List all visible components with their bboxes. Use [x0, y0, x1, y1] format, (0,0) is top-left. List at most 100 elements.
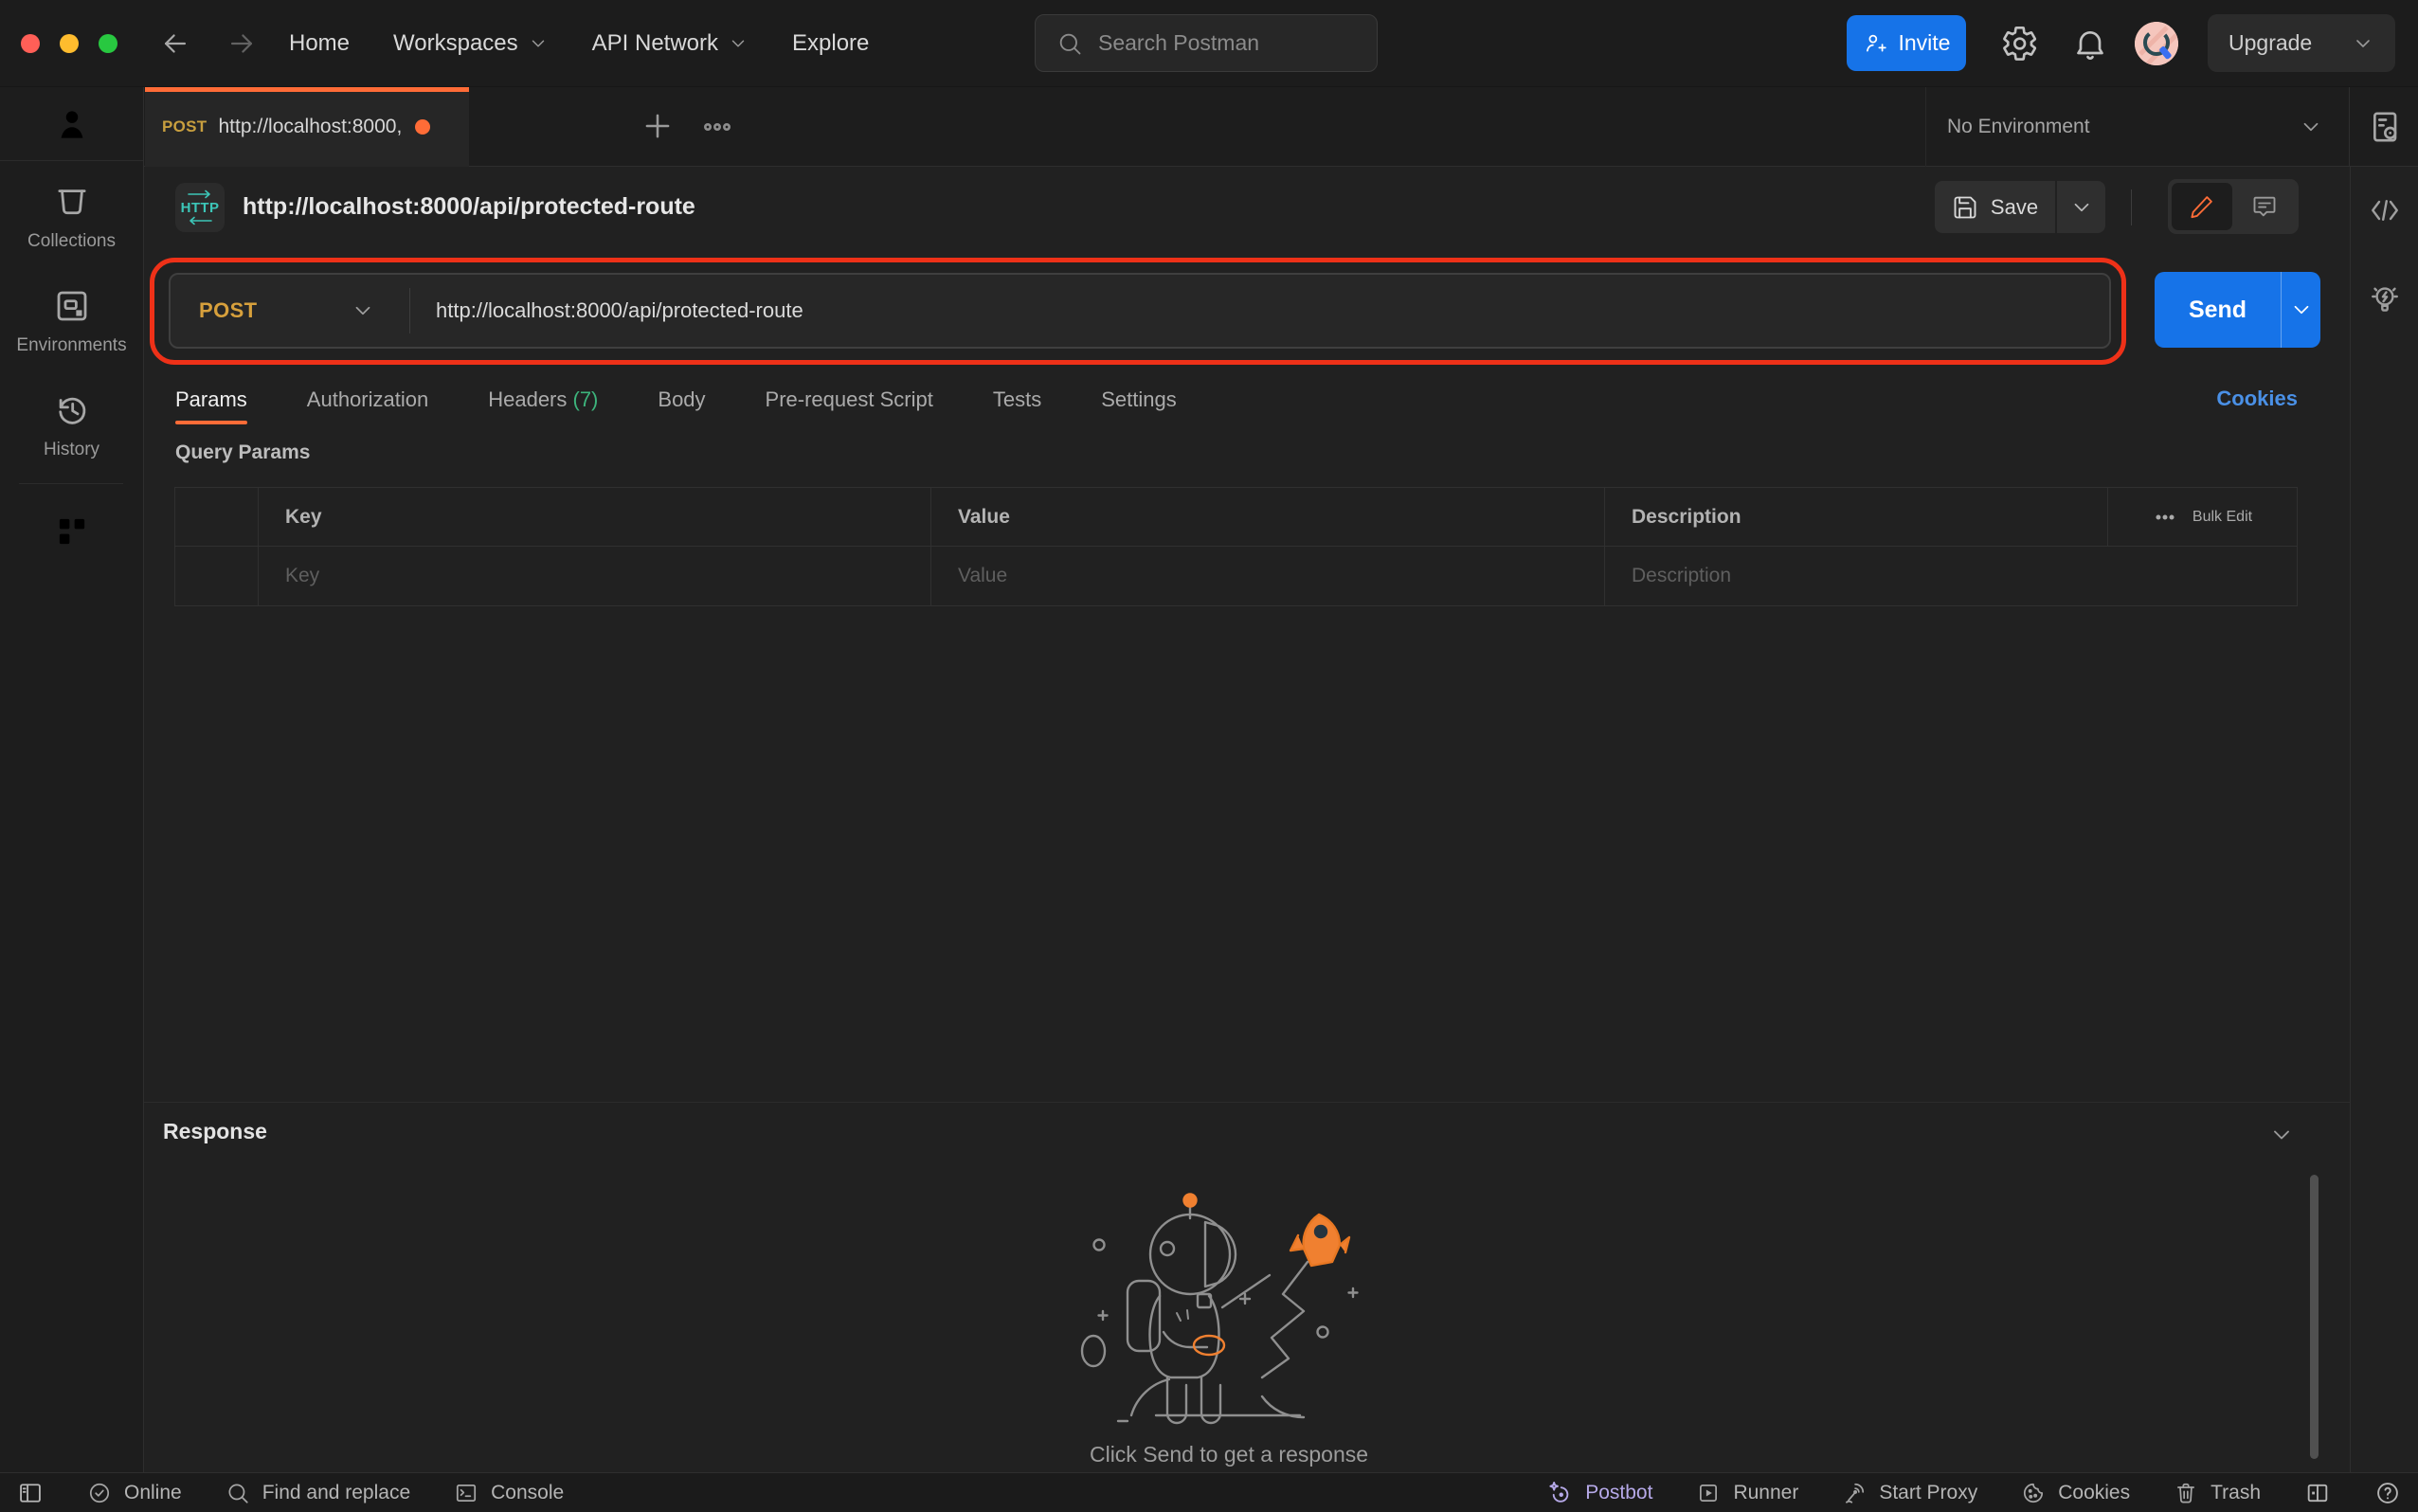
close-window-button[interactable] — [21, 34, 40, 53]
nav-home[interactable]: Home — [289, 30, 350, 57]
method-label: POST — [199, 298, 258, 322]
unsaved-changes-dot — [415, 119, 431, 135]
find-and-replace[interactable]: Find and replace — [226, 1481, 410, 1505]
response-pane: Response Click Send to get a response — [144, 1103, 2350, 1472]
start-proxy-button[interactable]: Start Proxy — [1842, 1481, 1977, 1505]
tab-label: Body — [658, 387, 706, 411]
tab-params[interactable]: Params — [175, 387, 247, 424]
table-header-row: Key Value Description Bulk Edit — [175, 488, 2297, 547]
nav-api-network[interactable]: API Network — [592, 30, 749, 57]
tab-settings[interactable]: Settings — [1101, 387, 1177, 412]
environment-selector[interactable]: No Environment — [1925, 87, 2350, 167]
search-input[interactable]: Search Postman — [1035, 14, 1378, 72]
tab-title: http://localhost:8000, — [218, 116, 403, 137]
person-plus-icon — [1863, 31, 1887, 56]
postbot-button[interactable]: Postbot — [1546, 1480, 1652, 1506]
response-title: Response — [163, 1119, 267, 1143]
console-toggle[interactable]: Console — [454, 1481, 564, 1505]
description-input[interactable]: Description — [1605, 547, 2108, 605]
trash-label: Trash — [2210, 1481, 2261, 1503]
trash-button[interactable]: Trash — [2174, 1481, 2261, 1505]
environment-quick-look-icon[interactable] — [2367, 108, 2405, 146]
tab-tests[interactable]: Tests — [993, 387, 1041, 412]
scrollbar[interactable] — [2310, 1175, 2319, 1459]
two-pane-layout-icon[interactable] — [2304, 1480, 2331, 1506]
upgrade-label: Upgrade — [2229, 30, 2313, 55]
runner-label: Runner — [1733, 1481, 1799, 1503]
console-label: Console — [491, 1481, 565, 1503]
sidebar-item-environments[interactable]: Environments — [0, 286, 143, 356]
search-icon — [226, 1481, 250, 1505]
sidebar-item-history[interactable]: History — [0, 390, 143, 460]
tab-label: Pre-request Script — [765, 387, 933, 411]
runner-play-icon — [1696, 1481, 1721, 1505]
key-input[interactable]: Key — [259, 547, 931, 605]
gear-icon[interactable] — [2001, 25, 2039, 63]
request-title: http://localhost:8000/api/protected-rout… — [243, 193, 695, 220]
nav-explore[interactable]: Explore — [792, 30, 869, 57]
user-profile-icon[interactable] — [0, 87, 143, 161]
sidebar-item-label: History — [43, 440, 100, 459]
send-button[interactable]: Send — [2155, 272, 2281, 348]
row-select-cell[interactable] — [175, 547, 259, 605]
empty-response-message: Click Send to get a response — [1089, 1442, 1369, 1467]
invite-button[interactable]: Invite — [1847, 15, 1966, 71]
comment-button[interactable] — [2234, 183, 2295, 230]
divider — [409, 288, 410, 333]
configure-workbar-icon[interactable] — [0, 512, 143, 551]
maximize-window-button[interactable] — [99, 34, 117, 53]
save-button[interactable]: Save — [1935, 181, 2055, 233]
method-select[interactable]: POST — [171, 275, 407, 347]
tab-authorization[interactable]: Authorization — [307, 387, 428, 412]
bulk-edit-button[interactable]: Bulk Edit — [2108, 488, 2297, 546]
url-builder: POST http://localhost:8000/api/protected… — [169, 273, 2111, 349]
tab-body[interactable]: Body — [658, 387, 705, 412]
tab-label: Tests — [992, 387, 1042, 411]
environment-name: No Environment — [1947, 116, 2090, 137]
postbot-sparkle-icon — [1546, 1480, 1573, 1506]
sidebar-item-collections[interactable]: Collections — [0, 182, 143, 252]
tab-options-icon[interactable] — [698, 108, 736, 146]
right-tool-rail — [2350, 167, 2418, 1472]
row-actions-cell — [2108, 547, 2297, 605]
send-options-button[interactable] — [2281, 272, 2320, 348]
request-tab[interactable]: POST http://localhost:8000, — [145, 87, 469, 167]
select-all-cell[interactable] — [175, 488, 259, 546]
value-input[interactable]: Value — [931, 547, 1605, 605]
forward-arrow-icon[interactable] — [226, 27, 258, 60]
collapse-response-icon[interactable] — [2268, 1122, 2295, 1148]
online-status[interactable]: Online — [87, 1481, 182, 1505]
edit-mode-button[interactable] — [2172, 183, 2232, 230]
sidebar-item-label: Collections — [27, 231, 116, 251]
tab-headers[interactable]: Headers (7) — [488, 387, 598, 412]
console-icon — [454, 1481, 478, 1505]
tab-method-badge: POST — [162, 117, 208, 135]
code-snippet-icon[interactable] — [2368, 193, 2402, 227]
minimize-window-button[interactable] — [60, 34, 79, 53]
url-input[interactable]: http://localhost:8000/api/protected-rout… — [436, 275, 803, 347]
postman-window: Home Workspaces API Network Explore Sear… — [0, 0, 2418, 1512]
column-header-key: Key — [259, 488, 931, 546]
nav-workspaces[interactable]: Workspaces — [393, 30, 549, 57]
save-label: Save — [1990, 194, 2039, 219]
lightbulb-bolt-icon[interactable] — [2368, 282, 2402, 316]
sidebar-divider — [19, 483, 123, 484]
toggle-sidebar-icon[interactable] — [17, 1480, 44, 1506]
proxy-antenna-icon — [1842, 1481, 1867, 1505]
back-arrow-icon[interactable] — [159, 27, 191, 60]
bell-icon[interactable] — [2071, 25, 2109, 63]
help-icon[interactable] — [2374, 1480, 2401, 1506]
request-pane: HTTP http://localhost:8000/api/protected… — [144, 167, 2350, 1102]
runner-button[interactable]: Runner — [1696, 1481, 1798, 1505]
upgrade-button[interactable]: Upgrade — [2208, 14, 2395, 72]
online-label: Online — [124, 1481, 182, 1503]
chevron-down-icon — [2289, 297, 2314, 322]
save-floppy-icon — [1952, 194, 1978, 221]
avatar[interactable] — [2135, 22, 2178, 65]
main-nav: Home Workspaces API Network Explore — [289, 0, 869, 87]
new-tab-button[interactable] — [640, 108, 676, 144]
tab-pre-request-script[interactable]: Pre-request Script — [766, 387, 933, 412]
cookies-button[interactable]: Cookies — [2021, 1481, 2130, 1505]
save-options-button[interactable] — [2057, 181, 2105, 233]
cookies-link[interactable]: Cookies — [2216, 387, 2298, 411]
